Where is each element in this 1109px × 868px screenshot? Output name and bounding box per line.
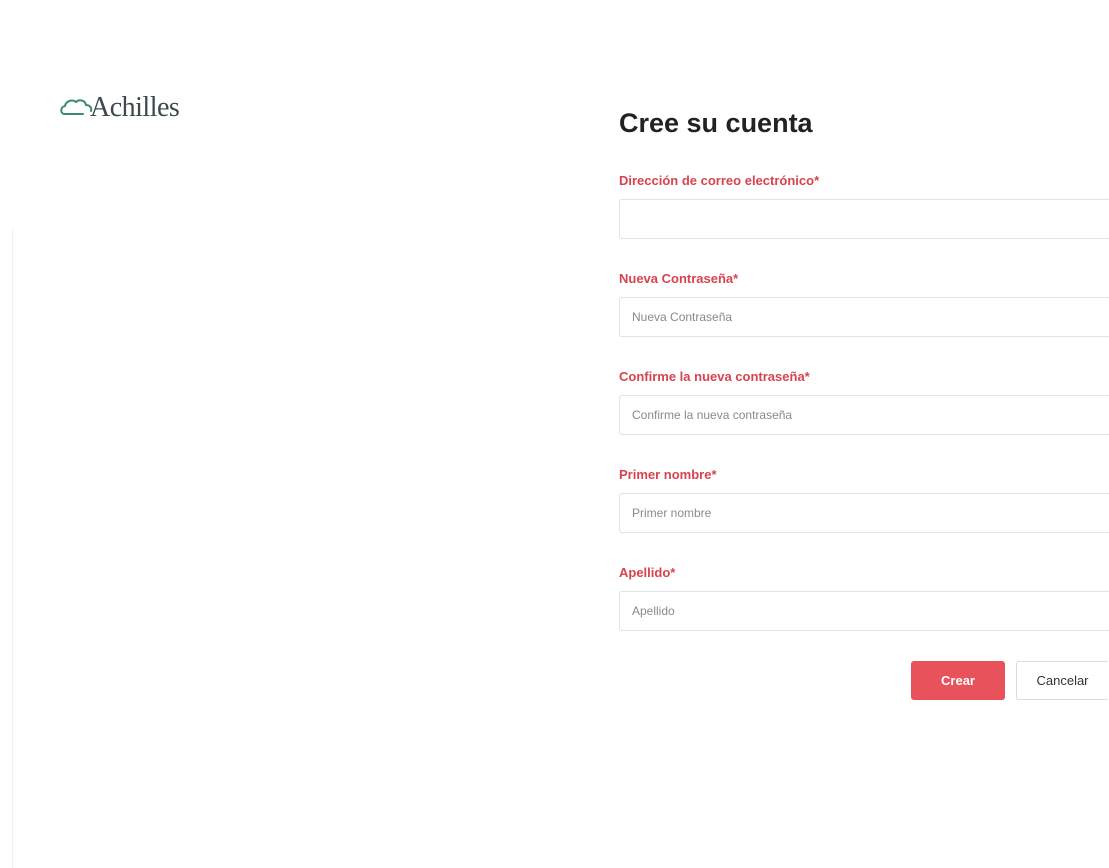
confirm-password-field[interactable]	[619, 395, 1109, 435]
create-account-form: Cree su cuenta Dirección de correo elect…	[619, 100, 1109, 700]
new-password-field-group: Nueva Contraseña*	[619, 270, 1109, 337]
last-name-field[interactable]	[619, 591, 1109, 631]
brand-logo: Achilles	[59, 90, 180, 126]
left-divider	[12, 228, 13, 868]
new-password-field[interactable]	[619, 297, 1109, 337]
first-name-field-group: Primer nombre*	[619, 466, 1109, 533]
first-name-field[interactable]	[619, 493, 1109, 533]
first-name-label: Primer nombre*	[619, 467, 717, 482]
last-name-label: Apellido*	[619, 565, 676, 580]
confirm-password-field-group: Confirme la nueva contraseña*	[619, 368, 1109, 435]
cloud-logo-icon	[60, 99, 93, 115]
form-actions: Crear Cancelar	[911, 661, 1108, 700]
email-field-group: Dirección de correo electrónico*	[619, 172, 1109, 239]
email-field[interactable]	[619, 199, 1109, 239]
new-password-label: Nueva Contraseña*	[619, 271, 739, 286]
email-label: Dirección de correo electrónico*	[619, 173, 820, 188]
page-title: Cree su cuenta	[619, 108, 813, 138]
last-name-field-group: Apellido*	[619, 564, 1109, 631]
create-button[interactable]: Crear	[911, 661, 1005, 700]
confirm-password-label: Confirme la nueva contraseña*	[619, 369, 810, 384]
signup-page: Achilles Cree su cuenta Dirección de cor…	[0, 0, 1109, 868]
brand-name: Achilles	[90, 92, 180, 123]
cancel-button[interactable]: Cancelar	[1016, 661, 1108, 700]
